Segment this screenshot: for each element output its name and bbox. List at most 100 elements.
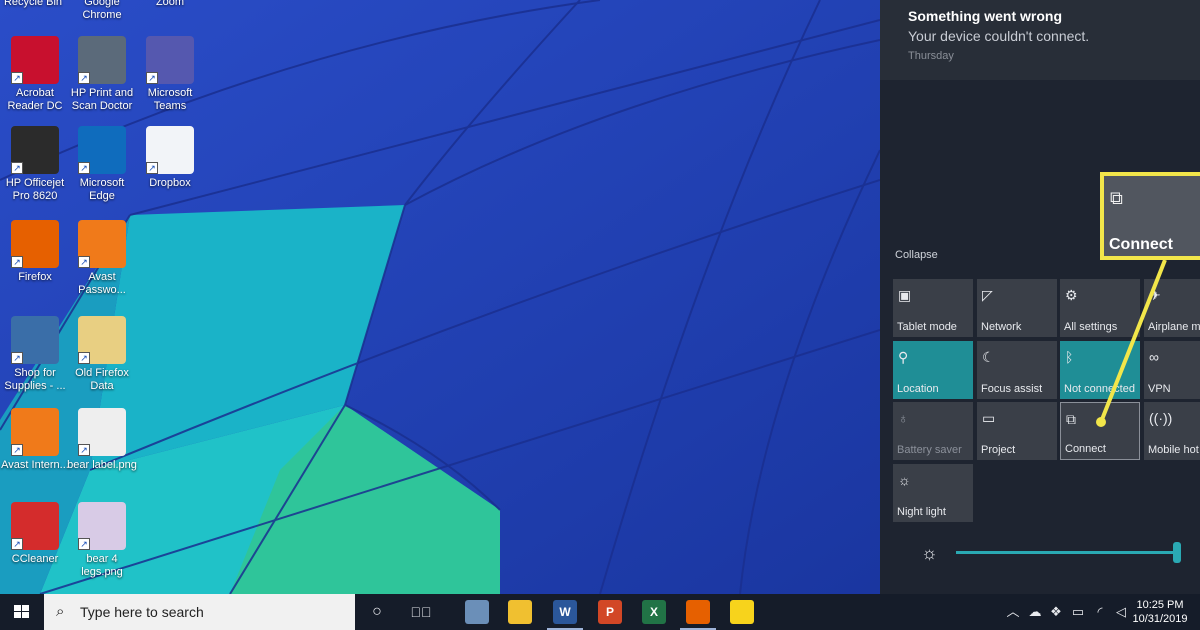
tablet-mode-icon: ▣ [898, 287, 912, 303]
image-file-icon: ↗ [78, 502, 126, 550]
desktop-icon[interactable]: ↗ bear 4 legs.png [67, 502, 137, 579]
brightness-slider[interactable]: ☼ [880, 540, 1200, 566]
desktop-label-recycle-bin[interactable]: Recycle Bin [0, 0, 66, 9]
battery-icon[interactable]: ▭ [1068, 594, 1088, 630]
quick-action-night-light[interactable]: ☼ Night light [893, 464, 973, 522]
network-icon: ◸ [982, 287, 993, 303]
desktop-icon-label: Avast Intern... [1, 459, 69, 471]
quick-action-battery-saver[interactable]: ♁ Battery saver [893, 402, 973, 460]
collapse-link[interactable]: Collapse [895, 249, 938, 261]
desktop-icon-label: Microsoft Edge [79, 177, 125, 202]
quick-action-label: Mobile hot [1148, 444, 1199, 456]
image-file-icon: ↗ [78, 408, 126, 456]
desktop-icon[interactable]: ↗ bear label.png [67, 408, 137, 472]
shortcut-arrow-icon: ↗ [78, 538, 90, 550]
bluetooth-icon: ᛒ [1065, 349, 1074, 365]
desktop-label-chrome[interactable]: Google Chrome [67, 0, 137, 22]
brightness-track[interactable] [956, 551, 1176, 554]
task-view-button[interactable]: ▯⃞ [399, 594, 443, 630]
tray-icon-1[interactable]: ☁ [1025, 594, 1045, 630]
hp-doctor-icon: ↗ [78, 36, 126, 84]
desktop-icon[interactable]: ↗ CCleaner [0, 502, 70, 566]
dropbox-icon: ↗ [146, 126, 194, 174]
battery-saver-icon: ♁ [898, 410, 909, 426]
firefox-icon: ↗ [11, 220, 59, 268]
shortcut-arrow-icon: ↗ [146, 162, 158, 174]
shortcut-arrow-icon: ↗ [78, 444, 90, 456]
desktop-icon[interactable]: ↗ Acrobat Reader DC [0, 36, 70, 113]
taskbar-app[interactable]: W [543, 594, 587, 630]
desktop-icon[interactable]: ↗ Avast Passwo... [67, 220, 137, 297]
desktop-icon[interactable]: ↗ Avast Intern... [0, 408, 70, 472]
gear-icon: ⚙ [1065, 287, 1078, 303]
taskbar-app[interactable] [498, 594, 542, 630]
desktop-icon[interactable]: ↗ HP Print and Scan Doctor [67, 36, 137, 113]
desktop-icon-label: Old Firefox Data [75, 367, 129, 392]
desktop-icon[interactable]: ↗ Shop for Supplies - ... [0, 316, 70, 393]
desktop-icon[interactable]: ↗ Old Firefox Data [67, 316, 137, 393]
desktop[interactable]: Recycle Bin Google Chrome Zoom ↗ Acrobat … [0, 0, 880, 594]
desktop-icon-label: Shop for Supplies - ... [4, 367, 66, 392]
taskbar-app[interactable]: X [632, 594, 676, 630]
start-button[interactable] [0, 594, 44, 630]
quick-action-label: Connect [1065, 443, 1106, 455]
quick-action-label: Network [981, 321, 1022, 333]
desktop-icon[interactable]: ↗ Microsoft Teams [135, 36, 205, 113]
desktop-icon-label: Microsoft Teams [147, 87, 193, 112]
search-icon: ⌕ [56, 603, 65, 620]
excel-icon: X [642, 600, 666, 624]
edge-icon: ↗ [78, 126, 126, 174]
shortcut-arrow-icon: ↗ [11, 352, 23, 364]
desktop-icon[interactable]: ↗ Microsoft Edge [67, 126, 137, 203]
night-light-icon: ☼ [898, 472, 911, 488]
taskbar-app[interactable] [720, 594, 764, 630]
taskbar-app[interactable] [676, 594, 720, 630]
brightness-icon: ☼ [921, 543, 938, 563]
brightness-thumb[interactable] [1173, 542, 1181, 563]
ccleaner-icon: ↗ [11, 502, 59, 550]
desktop-icon-label: Firefox [18, 271, 52, 283]
volume-icon[interactable]: ◁ [1111, 594, 1131, 630]
quick-action-location[interactable]: ⚲ Location [893, 341, 973, 399]
taskbar-app[interactable] [455, 594, 499, 630]
quick-action-label: Location [897, 383, 939, 395]
shortcut-arrow-icon: ↗ [11, 444, 23, 456]
notification-card[interactable]: Something went wrong Your device couldn'… [880, 0, 1200, 80]
desktop-icon[interactable]: ↗ Dropbox [135, 126, 205, 190]
cortana-button[interactable]: ○ [355, 594, 399, 630]
desktop-icon-label: HP Print and Scan Doctor [70, 87, 134, 112]
show-hidden-icons-chevron[interactable]: ︿ [1003, 594, 1023, 630]
search-input[interactable] [80, 603, 340, 621]
snipping-tool-icon [465, 600, 489, 624]
wifi-icon[interactable]: ◜ [1090, 594, 1110, 630]
quick-action-tablet-mode[interactable]: ▣ Tablet mode [893, 279, 973, 337]
shortcut-arrow-icon: ↗ [78, 162, 90, 174]
dropbox-tray-icon[interactable]: ❖ [1046, 594, 1066, 630]
desktop-label-zoom[interactable]: Zoom [135, 0, 205, 9]
connect-icon: ⧉ [1066, 411, 1076, 427]
quick-action-focus-assist[interactable]: ☾ Focus assist [977, 341, 1057, 399]
quick-action-project[interactable]: ▭ Project [977, 402, 1057, 460]
taskbar: ⌕ ○ ▯⃞ WPX ︿ ☁ ❖ ▭ ◜ ◁ 10:25 PM 10/31/20… [0, 594, 1200, 630]
callout-label: Connect [1109, 236, 1173, 253]
sticky-notes-icon [730, 600, 754, 624]
connect-callout: ⧉ Connect [1100, 172, 1200, 260]
quick-action-label: Project [981, 444, 1016, 456]
shortcut-arrow-icon: ↗ [78, 256, 90, 268]
clock-time: 10:25 PM [1136, 599, 1184, 611]
quick-action-network[interactable]: ◸ Network [977, 279, 1057, 337]
notification-title: Something went wrong [908, 8, 1062, 24]
taskbar-search[interactable]: ⌕ [44, 594, 355, 630]
powerpoint-icon: P [598, 600, 622, 624]
taskbar-app[interactable]: P [588, 594, 632, 630]
task-view-icon: ▯⃞ [410, 604, 432, 620]
desktop-icon[interactable]: ↗ HP Officejet Pro 8620 [0, 126, 70, 203]
shortcut-arrow-icon: ↗ [146, 72, 158, 84]
notification-time: Thursday [908, 50, 954, 62]
shortcut-arrow-icon: ↗ [11, 538, 23, 550]
desktop-icon[interactable]: ↗ Firefox [0, 220, 70, 284]
notification-body: Your device couldn't connect. [908, 28, 1090, 44]
shop-supplies-icon: ↗ [11, 316, 59, 364]
avast-icon: ↗ [11, 408, 59, 456]
clock[interactable]: 10:25 PM 10/31/2019 [1130, 598, 1190, 626]
